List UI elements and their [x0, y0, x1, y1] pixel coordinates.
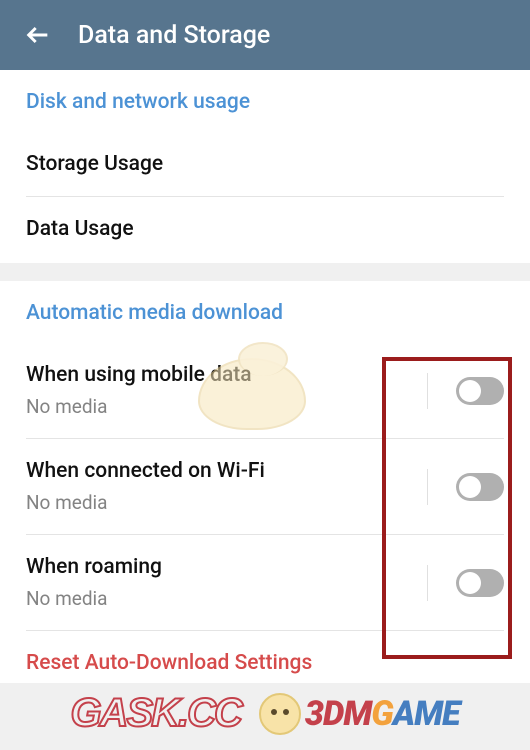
storage-usage-item[interactable]: Storage Usage — [26, 138, 504, 190]
divider — [26, 438, 504, 439]
watermark-3dm-part3: AME — [393, 694, 460, 734]
roaming-item[interactable]: When roaming No media — [26, 541, 504, 624]
mobile-data-title: When using mobile data — [26, 363, 427, 387]
switch-separator — [427, 373, 428, 409]
watermark-3dm: 3DM G AME — [259, 693, 460, 735]
data-usage-item[interactable]: Data Usage — [26, 203, 504, 255]
section-disk-network: Disk and network usage Storage Usage Dat… — [0, 70, 530, 263]
divider — [26, 630, 504, 631]
page-title: Data and Storage — [78, 21, 270, 50]
watermark-gask: GASK.CC — [70, 691, 240, 736]
reset-auto-download[interactable]: Reset Auto-Download Settings — [26, 637, 504, 683]
mobile-data-switch[interactable] — [456, 377, 504, 405]
wifi-switch[interactable] — [456, 473, 504, 501]
storage-usage-label: Storage Usage — [26, 152, 504, 176]
section-auto-download: Automatic media download When using mobi… — [0, 281, 530, 683]
roaming-title: When roaming — [26, 555, 427, 579]
mascot-face-icon — [259, 693, 301, 735]
switch-separator — [427, 565, 428, 601]
mobile-data-sub: No media — [26, 395, 427, 418]
roaming-switch[interactable] — [456, 569, 504, 597]
roaming-text: When roaming No media — [26, 555, 427, 610]
watermark-3dm-part1: 3DM — [305, 694, 371, 734]
back-button[interactable] — [18, 15, 58, 55]
wifi-item[interactable]: When connected on Wi-Fi No media — [26, 445, 504, 528]
section-header-disk: Disk and network usage — [26, 90, 504, 114]
roaming-sub: No media — [26, 587, 427, 610]
arrow-left-icon — [24, 21, 52, 49]
appbar: Data and Storage — [0, 0, 530, 70]
mobile-data-item[interactable]: When using mobile data No media — [26, 349, 504, 432]
wifi-title: When connected on Wi-Fi — [26, 459, 427, 483]
wifi-text: When connected on Wi-Fi No media — [26, 459, 427, 514]
data-usage-label: Data Usage — [26, 217, 504, 241]
watermark-3dm-part2: G — [371, 694, 392, 734]
wifi-sub: No media — [26, 491, 427, 514]
switch-separator — [427, 469, 428, 505]
divider — [26, 196, 504, 197]
divider — [26, 534, 504, 535]
section-header-auto: Automatic media download — [26, 301, 504, 325]
watermark-bar: GASK.CC 3DM G AME — [0, 691, 530, 736]
mobile-data-text: When using mobile data No media — [26, 363, 427, 418]
